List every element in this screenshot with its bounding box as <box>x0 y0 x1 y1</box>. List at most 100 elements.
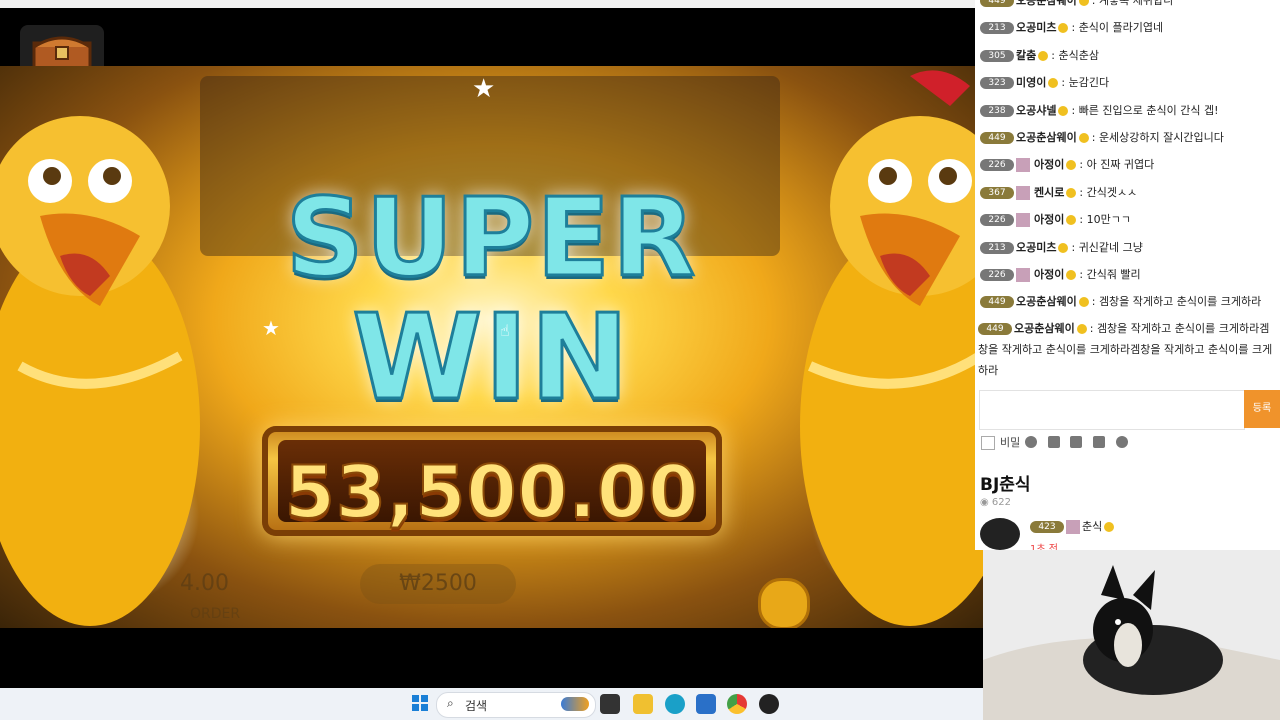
coin-badge-icon <box>1076 324 1087 334</box>
chat-text: 귀신같네 그냥 <box>1078 240 1143 254</box>
chat-text: 춘식이 플라기엽네 <box>1078 21 1164 35</box>
order-label: ORDER <box>190 606 241 622</box>
chat-nick[interactable]: 오공춘삼웨이 <box>1016 295 1077 308</box>
windows-start-icon[interactable] <box>412 695 428 711</box>
browser-top-strip <box>0 0 975 8</box>
chat-nick[interactable]: 오공춘삼웨이 <box>1016 131 1077 144</box>
level-badge: 238 <box>980 104 1014 117</box>
coin-badge-icon <box>1066 187 1077 198</box>
chat-nick[interactable]: 켄시로 <box>1034 186 1064 199</box>
bet-amount[interactable]: ₩2500 <box>360 564 516 604</box>
chat-nick[interactable]: 칼춤 <box>1016 49 1036 62</box>
user-avatar <box>1016 158 1030 173</box>
app-icon[interactable] <box>759 694 779 714</box>
user-avatar <box>1016 185 1030 200</box>
register-button[interactable]: 등록 <box>1244 390 1280 428</box>
user-avatar <box>1016 268 1030 282</box>
coin-badge-icon <box>1078 0 1089 6</box>
chat-text: 빠른 진입으로 춘식이 간식 겝! <box>1078 103 1219 117</box>
coin-icon <box>758 578 810 628</box>
level-badge: 449 <box>980 0 1014 7</box>
chat-input[interactable] <box>979 390 1245 430</box>
secret-label: 비밀 <box>1000 436 1021 449</box>
host-info: 423 춘식 <box>1030 518 1117 534</box>
host-level-badge: 423 <box>1030 521 1064 533</box>
chat-message: 226 아정이: 10만ㄱㄱ <box>980 211 1131 229</box>
flag-icon[interactable] <box>1048 436 1060 448</box>
eye-icon: ◉ <box>980 497 992 508</box>
chat-text: 간식겟ㅅㅅ <box>1086 185 1138 199</box>
search-icon: ⌕ <box>447 696 454 710</box>
chat-nick[interactable]: 오공미츠 <box>1016 21 1056 34</box>
level-badge: 323 <box>980 77 1014 90</box>
slot-game-screen[interactable]: SUPER WIN 53,500.00 4.00 ₩2500 ORDER ★ ★ <box>0 66 983 628</box>
chat-message: 238 오공샤넬: 빠른 진입으로 춘식이 간식 겝! <box>980 102 1219 120</box>
coin-badge-icon <box>1078 133 1089 143</box>
task-view-icon[interactable] <box>600 694 620 714</box>
level-badge: 305 <box>980 49 1014 62</box>
coin-badge-icon <box>1066 160 1077 171</box>
chat-text: 겜창을 작게하고 춘식이를 크게하라 <box>1098 295 1262 309</box>
broadcaster-title: BJ춘식 <box>980 475 1031 495</box>
edge-browser-icon[interactable] <box>665 694 685 714</box>
chat-text: 10만ㄱㄱ <box>1086 213 1131 227</box>
chat-message: 213 오공미츠: 춘식이 플라기엽네 <box>980 19 1163 37</box>
chat-nick[interactable]: 오공미츠 <box>1016 241 1056 254</box>
chat-message: 449 오공춘삼웨이: 운세상강하지 잘시간입니다 <box>980 129 1224 147</box>
chat-nick[interactable]: 미영이 <box>1016 76 1046 89</box>
chat-nick[interactable]: 오공춘삼웨이 <box>1016 0 1077 7</box>
chat-message: 449 오공춘삼웨이: 계좋복 제위합니 <box>980 0 1173 10</box>
file-explorer-icon[interactable] <box>633 694 653 714</box>
chrome-icon[interactable] <box>727 694 747 714</box>
level-badge: 213 <box>980 22 1014 35</box>
coin-badge-icon <box>1058 105 1069 116</box>
coin-badge-icon <box>1048 78 1059 89</box>
chat-nick[interactable]: 아정이 <box>1034 213 1064 226</box>
win-amount: 53,500.00 <box>284 449 700 535</box>
level-badge: 213 <box>980 241 1014 254</box>
chat-message: 323 미영이: 눈감긴다 <box>980 74 1109 92</box>
chat-text: 간식줘 빨리 <box>1086 268 1141 281</box>
level-badge: 226 <box>980 214 1014 227</box>
coin-badge-icon <box>1058 23 1069 34</box>
balance-value: 4.00 <box>180 571 229 596</box>
coin-badge-icon <box>1078 297 1089 308</box>
chat-message-long: 449 오공춘삼웨이: 겜창을 작게하고 춘식이를 크게하라겜창을 작게하고 춘식… <box>978 322 1273 377</box>
coin-badge-icon <box>1066 270 1077 280</box>
taskbar-search[interactable]: ⌕ 검색 <box>436 692 596 718</box>
store-icon[interactable] <box>696 694 716 714</box>
coin-badge-icon <box>1058 242 1069 253</box>
host-avatar[interactable] <box>980 518 1020 550</box>
copilot-icon <box>561 697 589 711</box>
coin-badge-icon <box>1104 522 1115 532</box>
chat-panel: 449 오공춘삼웨이: 계좋복 제위합니 213 오공미츠: 춘식이 플라기엽네 305… <box>975 0 1280 550</box>
host-nick[interactable]: 춘식 <box>1082 520 1102 533</box>
level-badge: 449 <box>978 323 1012 335</box>
chat-nick[interactable]: 아정이 <box>1034 158 1064 171</box>
level-badge: 367 <box>980 186 1014 199</box>
image-icon[interactable] <box>1093 436 1105 448</box>
stream-video-area[interactable]: SUPER WIN 53,500.00 4.00 ₩2500 ORDER ★ ★… <box>0 8 983 688</box>
view-count: ◉ 622 <box>980 497 1011 508</box>
win-banner-text: WIN <box>351 287 631 428</box>
chat-nick[interactable]: 오공춘삼웨이 <box>1014 322 1075 335</box>
dog-image <box>983 550 1280 720</box>
level-badge: 449 <box>980 296 1014 309</box>
star-icon: ★ <box>262 316 280 340</box>
chat-text: 눈감긴다 <box>1068 76 1110 90</box>
emoji-icon[interactable] <box>1025 436 1037 448</box>
host-mini-avatar <box>1066 520 1080 534</box>
refresh-icon[interactable] <box>1116 436 1128 448</box>
level-badge: 449 <box>980 132 1014 144</box>
video-icon[interactable] <box>1070 436 1082 448</box>
chat-text: 아 진짜 귀엽다 <box>1086 158 1155 172</box>
chat-nick[interactable]: 아정이 <box>1034 268 1064 281</box>
secret-checkbox[interactable] <box>981 436 995 450</box>
search-label: 검색 <box>465 699 488 713</box>
win-amount-inner: 53,500.00 <box>278 440 706 535</box>
chat-text: 춘식춘삼 <box>1058 48 1099 62</box>
chat-message: 449 오공춘삼웨이: 겜창을 작게하고 춘식이를 크게하라 <box>980 293 1261 311</box>
chat-nick[interactable]: 오공샤넬 <box>1016 104 1056 117</box>
webcam-overlay <box>983 550 1280 720</box>
chat-message: 367 켄시로: 간식겟ㅅㅅ <box>980 184 1137 202</box>
